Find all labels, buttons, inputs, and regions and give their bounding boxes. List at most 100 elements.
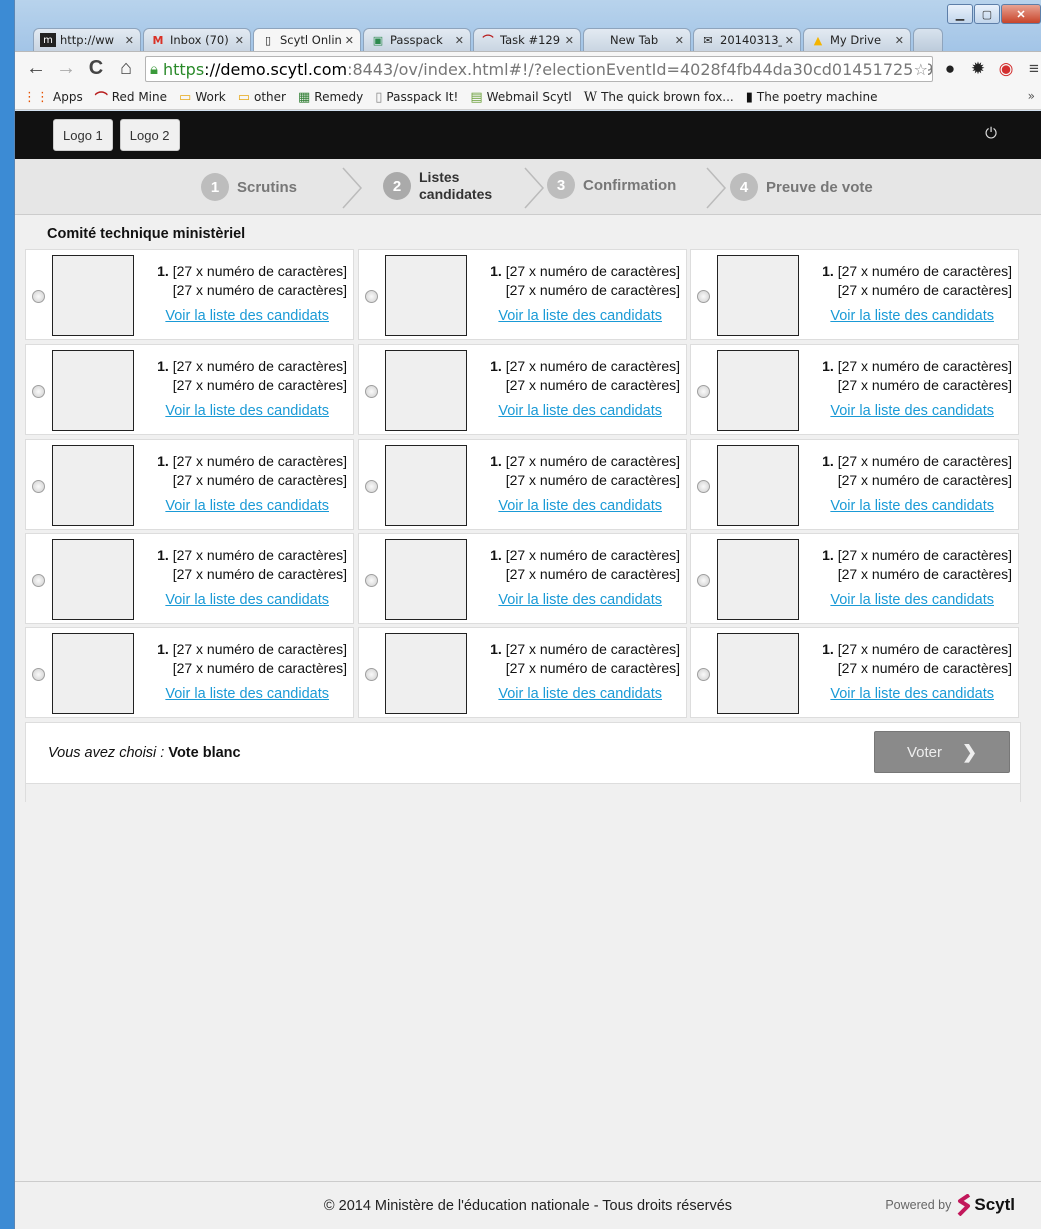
bookmark-star-icon[interactable]: ☆ [913, 60, 928, 79]
view-candidates-link[interactable]: Voir la liste des candidats [498, 686, 662, 702]
reload-icon[interactable]: C [81, 55, 111, 83]
tab-5[interactable]: New Tab ✕ [583, 28, 691, 51]
bookmark-red-mine[interactable]: ⌒ Red Mine [95, 88, 167, 107]
candidate-list-card[interactable]: 1. [27 x numéro de caractères] [27 x numé… [25, 439, 354, 530]
address-bar[interactable]: 🔒︎ https://demo.scytl.com:8443/ov/index.… [145, 56, 933, 82]
view-candidates-link[interactable]: Voir la liste des candidats [498, 592, 662, 608]
scytl-mark-icon [957, 1194, 971, 1216]
view-candidates-link[interactable]: Voir la liste des candidats [498, 498, 662, 514]
bookmark-poetry-machine[interactable]: ▮ The poetry machine [746, 90, 878, 105]
candidate-list-card[interactable]: 1. [27 x numéro de caractères] [27 x numé… [25, 249, 354, 340]
bookmark-other[interactable]: ▭ other [238, 90, 286, 105]
tab-close-icon[interactable]: ✕ [235, 34, 244, 47]
home-icon[interactable]: ⌂ [111, 55, 141, 83]
mail-icon: ✉ [703, 33, 713, 47]
view-candidates-link[interactable]: Voir la liste des candidats [498, 308, 662, 324]
tab-strip: m http://ww ✕ M Inbox (70) ✕ ▯ Scytl Onlin ✕ ▣… [33, 28, 945, 51]
more-bookmarks-icon[interactable]: » [1028, 89, 1035, 103]
list-name-line1: [27 x numéro de caractères] [172, 453, 347, 469]
view-candidates-link[interactable]: Voir la liste des candidats [165, 403, 329, 419]
view-candidates-link[interactable]: Voir la liste des candidats [165, 592, 329, 608]
power-icon[interactable]: ⏻ [985, 125, 997, 142]
candidate-list-card[interactable]: 1. [27 x numéro de caractères] [27 x numé… [358, 533, 687, 624]
close-window-button[interactable]: ✕ [1001, 4, 1041, 24]
bookmark-apps[interactable]: ⋮⋮ Apps [23, 90, 83, 105]
view-candidates-link[interactable]: Voir la liste des candidats [165, 498, 329, 514]
tab-close-icon[interactable]: ✕ [125, 34, 134, 47]
list-radio-button[interactable] [32, 290, 45, 303]
view-candidates-link[interactable]: Voir la liste des candidats [498, 403, 662, 419]
view-candidates-link[interactable]: Voir la liste des candidats [830, 308, 994, 324]
bookmark-remedy[interactable]: ▦ Remedy [298, 90, 363, 105]
list-number: 1. [490, 358, 502, 374]
candidate-list-card[interactable]: 1. [27 x numéro de caractères] [27 x numé… [25, 627, 354, 718]
tab-6[interactable]: ✉ 20140313_ ✕ [693, 28, 801, 51]
candidate-list-card[interactable]: 1. [27 x numéro de caractères] [27 x numé… [25, 533, 354, 624]
list-name-line1: [27 x numéro de caractères] [172, 547, 347, 563]
list-radio-button[interactable] [365, 290, 378, 303]
list-radio-button[interactable] [697, 385, 710, 398]
view-candidates-link[interactable]: Voir la liste des candidats [830, 403, 994, 419]
maximize-button[interactable]: ▢ [974, 4, 1000, 24]
forward-arrow-icon[interactable]: → [51, 55, 81, 83]
view-candidates-link[interactable]: Voir la liste des candidats [830, 592, 994, 608]
candidate-list-card[interactable]: 1. [27 x numéro de caractères] [27 x numé… [690, 439, 1019, 530]
step-number: 3 [547, 171, 575, 199]
vote-button[interactable]: Voter ❯ [874, 731, 1010, 773]
bookmark-label: Apps [53, 90, 83, 104]
tab-7[interactable]: ▲ My Drive ✕ [803, 28, 911, 51]
candidate-list-card[interactable]: 1. [27 x numéro de caractères] [27 x numé… [690, 249, 1019, 340]
tab-favicon-icon: m [40, 33, 56, 47]
settings-gear-icon[interactable]: ✹ [967, 58, 989, 80]
view-candidates-link[interactable]: Voir la liste des candidats [830, 686, 994, 702]
list-radio-button[interactable] [32, 668, 45, 681]
bookmark-webmail-scytl[interactable]: ▤ Webmail Scytl [470, 90, 571, 105]
extension-color-icon[interactable]: ● [939, 58, 961, 80]
bookmark-work[interactable]: ▭ Work [179, 90, 226, 105]
tab-close-icon[interactable]: ✕ [345, 34, 354, 47]
list-radio-button[interactable] [32, 480, 45, 493]
list-name-line1: [27 x numéro de caractères] [505, 547, 680, 563]
bookmark-quick-brown-fox[interactable]: W The quick brown fox... [584, 90, 734, 105]
candidate-list-card[interactable]: 1. [27 x numéro de caractères] [27 x numé… [690, 627, 1019, 718]
view-candidates-link[interactable]: Voir la liste des candidats [830, 498, 994, 514]
list-radio-button[interactable] [697, 480, 710, 493]
tab-close-icon[interactable]: ✕ [565, 34, 574, 47]
list-radio-button[interactable] [697, 668, 710, 681]
list-logo-placeholder [52, 539, 134, 620]
view-candidates-link[interactable]: Voir la liste des candidats [165, 308, 329, 324]
list-radio-button[interactable] [32, 574, 45, 587]
list-radio-button[interactable] [697, 290, 710, 303]
candidate-list-card[interactable]: 1. [27 x numéro de caractères] [27 x numé… [358, 344, 687, 435]
list-radio-button[interactable] [365, 668, 378, 681]
tab-2[interactable]: ▯ Scytl Onlin ✕ [253, 28, 361, 51]
list-radio-button[interactable] [697, 574, 710, 587]
candidate-list-card[interactable]: 1. [27 x numéro de caractères] [27 x numé… [690, 533, 1019, 624]
list-radio-button[interactable] [365, 385, 378, 398]
tab-close-icon[interactable]: ✕ [455, 34, 464, 47]
candidate-list-card[interactable]: 1. [27 x numéro de caractères] [27 x numé… [690, 344, 1019, 435]
tab-1[interactable]: M Inbox (70) ✕ [143, 28, 251, 51]
candidate-list-card[interactable]: 1. [27 x numéro de caractères] [27 x numé… [358, 439, 687, 530]
candidate-list-card[interactable]: 1. [27 x numéro de caractères] [27 x numé… [358, 627, 687, 718]
candidate-list-card[interactable]: 1. [27 x numéro de caractères] [27 x numé… [25, 344, 354, 435]
tab-close-icon[interactable]: ✕ [785, 34, 794, 47]
minimize-button[interactable]: ▁ [947, 4, 973, 24]
new-tab-button[interactable] [913, 28, 943, 51]
list-name: 1. [27 x numéro de caractères] [27 x numé… [157, 452, 347, 490]
tab-0[interactable]: m http://ww ✕ [33, 28, 141, 51]
tab-close-icon[interactable]: ✕ [895, 34, 904, 47]
list-radio-button[interactable] [365, 480, 378, 493]
view-candidates-link[interactable]: Voir la liste des candidats [165, 686, 329, 702]
bookmark-passpack-it[interactable]: ▯ Passpack It! [375, 90, 458, 105]
list-name-line2: [27 x numéro de caractères] [837, 566, 1012, 582]
list-radio-button[interactable] [32, 385, 45, 398]
back-arrow-icon[interactable]: ← [21, 55, 51, 83]
tab-close-icon[interactable]: ✕ [675, 34, 684, 47]
candidate-list-card[interactable]: 1. [27 x numéro de caractères] [27 x numé… [358, 249, 687, 340]
tab-3[interactable]: ▣ Passpack ✕ [363, 28, 471, 51]
lastpass-icon[interactable]: ◉ [995, 58, 1017, 80]
menu-icon[interactable]: ≡ [1023, 58, 1041, 80]
tab-4[interactable]: ⌒ Task #129 ✕ [473, 28, 581, 51]
list-radio-button[interactable] [365, 574, 378, 587]
